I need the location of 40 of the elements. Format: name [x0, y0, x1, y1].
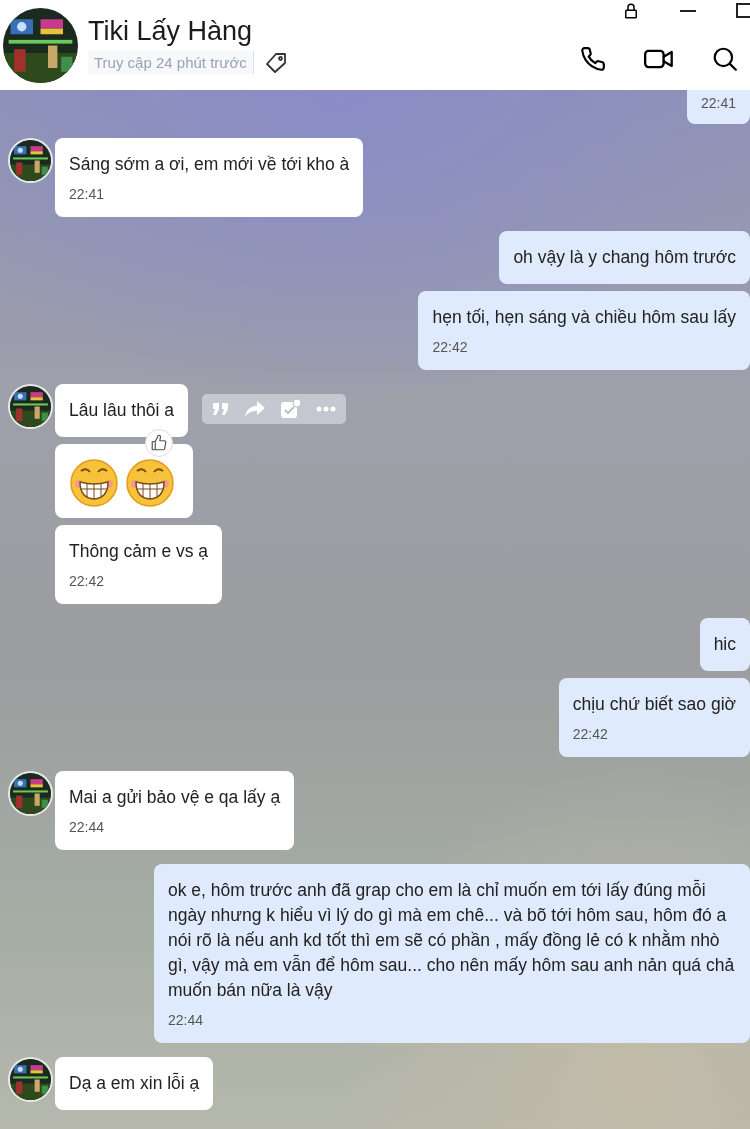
message-text: Mai a gửi bảo vệ e qa lấy ạ [69, 786, 281, 809]
checkbox-add-icon[interactable] [280, 398, 303, 420]
tag-icon[interactable] [263, 50, 288, 75]
message-time: 22:44 [168, 1011, 205, 1029]
message-text: hẹn tối, hẹn sáng và chiều hôm sau lấy [432, 306, 736, 329]
message-bubble[interactable]: Thông cảm e vs ạ 22:42 [55, 525, 223, 604]
thumbs-up-icon [150, 434, 168, 452]
message-time: 22:41 [69, 185, 106, 203]
message-text: Dạ a em xin lỗi ạ [69, 1071, 200, 1095]
message-time: 22:42 [572, 725, 609, 743]
message-text: chịu chứ biết sao giờ [572, 693, 736, 716]
message-bubble[interactable]: oh vậy là y chang hôm trước [499, 231, 750, 284]
message-text: Lâu lâu thôi a [69, 399, 175, 422]
message-text: hic [713, 633, 736, 656]
message-time: 22:41 [700, 94, 736, 112]
message-time: 22:42 [69, 572, 106, 590]
message-text: Sáng sớm a ơi, em mới về tới kho à [69, 153, 350, 176]
maximize-icon[interactable] [736, 2, 750, 20]
message-time: 22:44 [69, 818, 106, 836]
message-bubble[interactable]: Lâu lâu thôi a [55, 384, 189, 437]
message-text: ok e, hôm trước anh đã grap cho em là chỉ muốn em tới lấy đúng mỗi ngày nhưng k hiểu vì lý do gì mà em chê... và bõ tới hôm sau, hôm đó a nói rõ là nếu anh kd tốt thì em sẽ có phần , mấy đồng lẻ có k nhằm nhò gì, vậy mà em vẫn để hôm sau... cho nên mấy hôm sau anh nản quá chả muốn bán nữa là vậy [168, 878, 736, 1002]
phone-icon[interactable] [580, 46, 606, 72]
message-bubble[interactable]: hic [699, 618, 750, 671]
message-bubble[interactable]: Mai a gửi bảo vệ e qa lấy ạ 22:44 [55, 771, 295, 850]
message-bubble[interactable]: Dạ a em xin lỗi ạ [55, 1057, 214, 1110]
message-bubble[interactable]: 22:41 [686, 90, 750, 124]
message-text: oh vậy là y chang hôm trước [513, 246, 736, 269]
contact-name: Tiki Lấy Hàng [88, 15, 254, 47]
message-bubble[interactable]: Sáng sớm a ơi, em mới về tới kho à 22:41 [55, 138, 364, 217]
message-time: 22:42 [432, 338, 469, 356]
search-icon[interactable] [712, 46, 738, 72]
message-bubble[interactable]: chịu chứ biết sao giờ 22:42 [558, 678, 750, 757]
emoji-message-bubble[interactable] [55, 444, 193, 518]
lock-icon[interactable] [622, 2, 640, 20]
message-bubble[interactable]: hẹn tối, hẹn sáng và chiều hôm sau lấy 22:42 [418, 291, 750, 370]
message-bubble[interactable] [154, 864, 750, 1043]
last-seen-status: Truy cập 24 phút trước [88, 51, 254, 74]
grinning-face-icon [125, 458, 175, 508]
message-text: Thông cảm e vs ạ [69, 540, 209, 563]
grinning-face-icon [69, 458, 119, 508]
